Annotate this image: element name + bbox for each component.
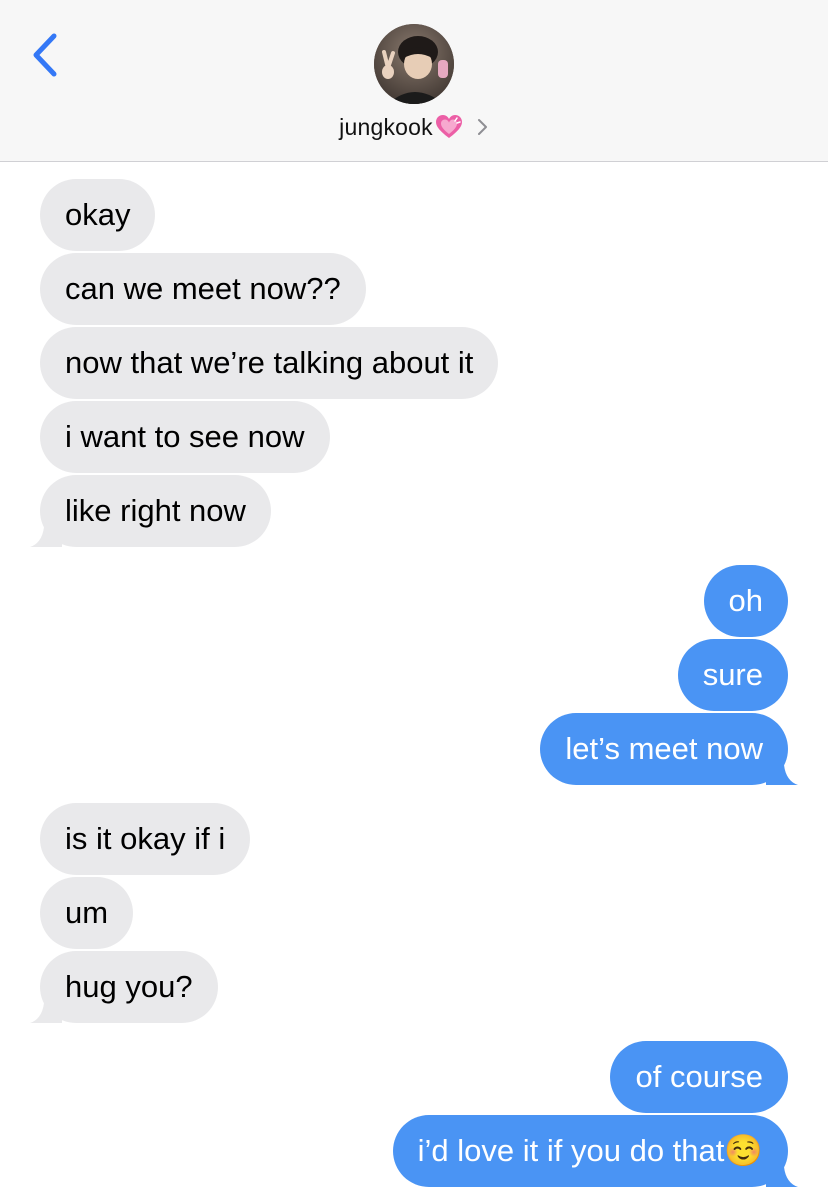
message-text: i want to see now [65,419,305,454]
message-text: let’s meet now [565,731,763,766]
bubble-tail [766,755,798,785]
message-text: um [65,895,109,930]
chevron-right-icon [477,119,487,135]
contact-name: jungkook [339,113,433,140]
contact-name-row: jungkook [0,110,828,144]
message-text: sure [702,657,763,692]
message-text: of course [635,1059,763,1094]
message-text: i’d love it if you do that☺️ [417,1133,763,1168]
message-text: can we meet now?? [65,271,341,306]
contact-info-button[interactable]: jungkook [339,114,489,141]
message-bubble-received[interactable]: i want to see now [40,401,330,473]
bubble-tail [766,1157,798,1187]
message-text: hug you? [65,969,193,1004]
message-bubble-sent[interactable]: sure [677,639,788,711]
heart-icon [435,115,462,138]
back-button[interactable] [24,28,68,84]
message-bubble-received[interactable]: is it okay if i [40,803,251,875]
message-bubble-sent[interactable]: of course [610,1041,788,1113]
message-text: okay [65,197,131,232]
message-text: now that we’re talking about it [65,345,474,380]
message-text: oh [728,583,763,618]
message-bubble-received[interactable]: okay [40,179,156,251]
message-bubble-received[interactable]: like right now [30,475,271,547]
message-bubble-received[interactable]: can we meet now?? [40,253,366,325]
avatar[interactable] [374,24,454,104]
bubble-tail [30,993,62,1023]
message-bubble-sent[interactable]: oh [703,565,788,637]
bubble-tail [30,517,62,547]
message-bubble-sent[interactable]: i’d love it if you do that☺️ [392,1115,798,1187]
conversation-header: jungkook [0,0,828,162]
message-bubble-sent[interactable]: let’s meet now [540,713,798,785]
message-text: is it okay if i [65,821,226,856]
message-bubble-received[interactable]: um [40,877,134,949]
message-bubble-received[interactable]: now that we’re talking about it [40,327,499,399]
avatar-photo [374,24,454,104]
chevron-left-icon [33,33,57,77]
message-bubble-received[interactable]: hug you? [30,951,218,1023]
message-text: like right now [65,493,246,528]
